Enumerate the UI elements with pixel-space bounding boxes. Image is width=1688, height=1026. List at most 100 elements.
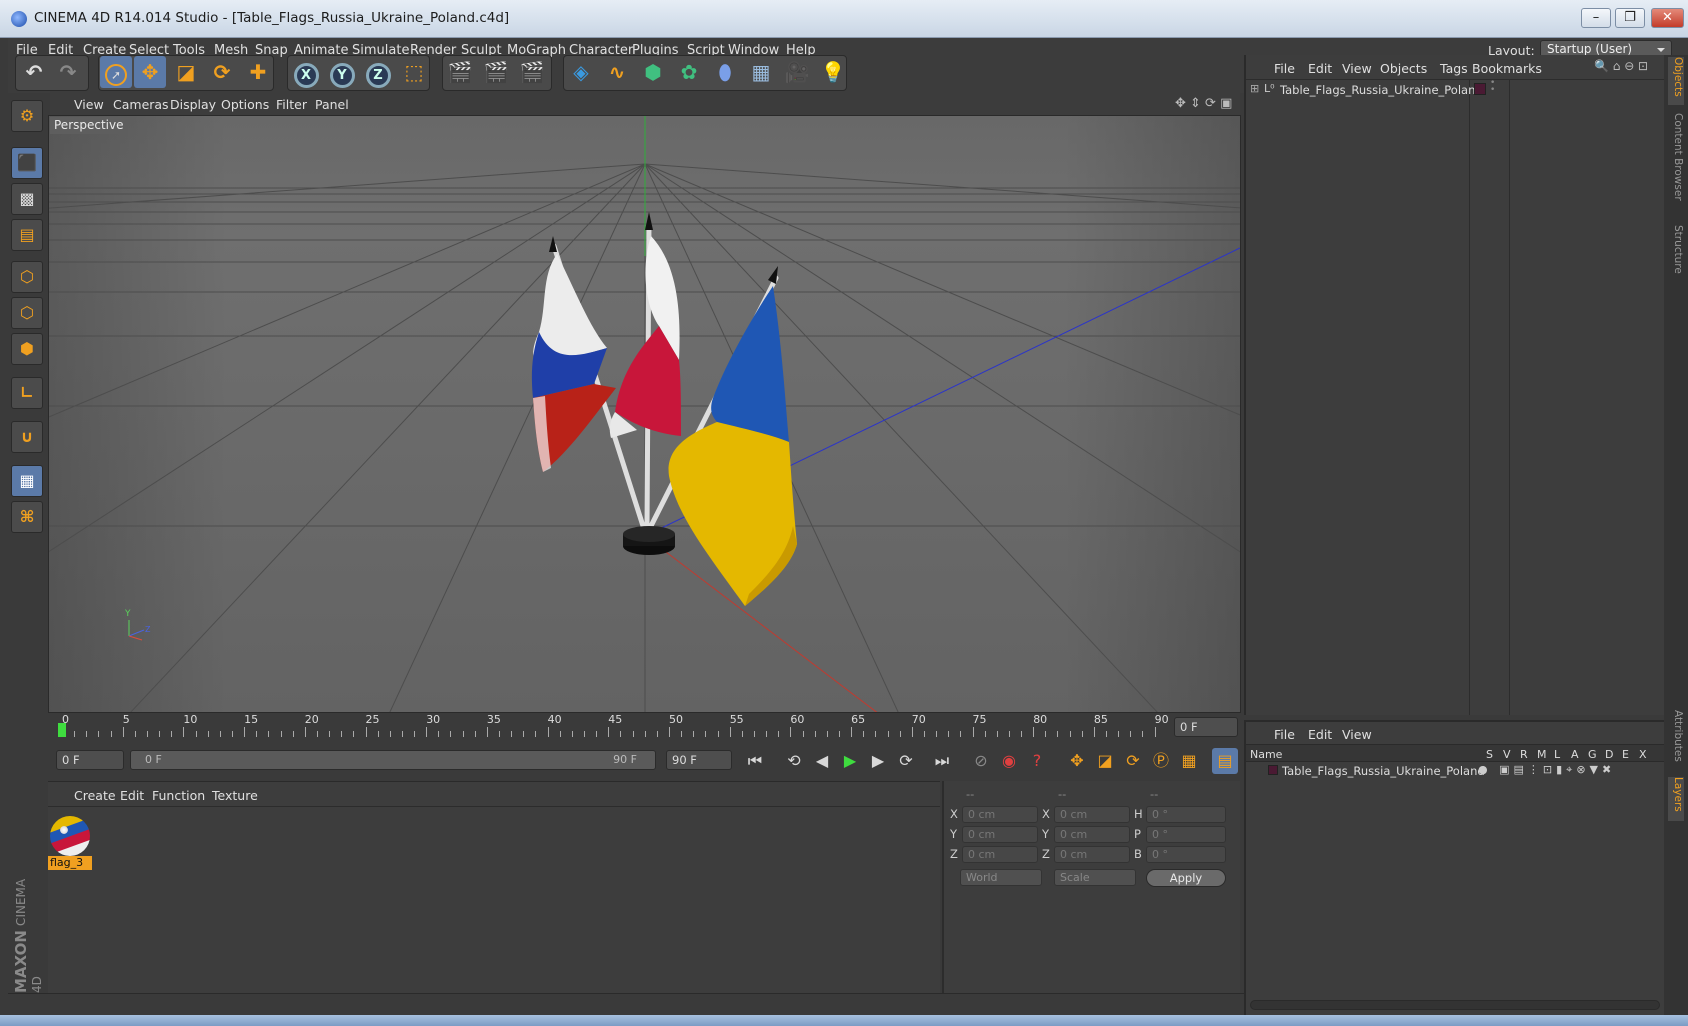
- coordinate-system-icon[interactable]: ⬚: [398, 56, 430, 88]
- x-axis-lock-icon[interactable]: X: [290, 56, 322, 88]
- col-expressions[interactable]: E: [1622, 748, 1629, 761]
- array-icon[interactable]: ✿: [673, 56, 705, 88]
- make-editable-icon[interactable]: ⚙: [11, 100, 43, 132]
- perspective-viewport[interactable]: Y Z: [48, 115, 1241, 713]
- floor-icon[interactable]: ▦: [745, 56, 777, 88]
- restore-button[interactable]: ❐: [1615, 8, 1645, 28]
- key-parameter-icon[interactable]: Ⓟ: [1148, 748, 1174, 774]
- previous-frame-icon[interactable]: ◀: [809, 748, 835, 774]
- mat-menu-edit[interactable]: Edit: [120, 788, 144, 803]
- side-tab-attributes[interactable]: Attributes: [1668, 710, 1684, 770]
- col-generators[interactable]: G: [1588, 748, 1597, 761]
- go-to-end-icon[interactable]: ⏭: [929, 748, 955, 774]
- polygons-mode-icon[interactable]: ⬢: [11, 333, 43, 365]
- start-frame-field[interactable]: 0 F: [56, 750, 124, 770]
- col-locked[interactable]: L: [1554, 748, 1560, 761]
- key-pla-icon[interactable]: ▦: [1176, 748, 1202, 774]
- pos-y-field[interactable]: 0 cm: [962, 826, 1038, 843]
- layer-horizontal-scrollbar[interactable]: [1250, 1000, 1660, 1010]
- vp-menu-cameras[interactable]: Cameras: [113, 97, 169, 112]
- obj-manager-nav-icons[interactable]: 🔍 ⌂ ⊖ ⊡: [1594, 59, 1648, 73]
- redo-icon[interactable]: ↷: [52, 56, 84, 88]
- y-axis-lock-icon[interactable]: Y: [326, 56, 358, 88]
- camera-icon[interactable]: 🎥: [781, 56, 813, 88]
- go-to-start-icon[interactable]: ⏮: [742, 748, 768, 774]
- layer-menu-view[interactable]: View: [1342, 727, 1372, 742]
- spline-icon[interactable]: ∿: [601, 56, 633, 88]
- pos-z-field[interactable]: 0 cm: [962, 846, 1038, 863]
- obj-menu-tags[interactable]: Tags: [1440, 61, 1468, 76]
- object-row[interactable]: ⊞ L⁰ Table_Flags_Russia_Ukraine_Poland: [1246, 81, 1483, 99]
- play-icon[interactable]: ▶: [837, 748, 863, 774]
- material-swatch[interactable]: flag_3: [48, 814, 92, 872]
- col-view[interactable]: V: [1503, 748, 1511, 761]
- deformer-icon[interactable]: ⬮: [709, 56, 741, 88]
- cube-object-icon[interactable]: ◈: [565, 56, 597, 88]
- move-icon[interactable]: ✥: [134, 56, 166, 88]
- playhead-marker[interactable]: [58, 723, 66, 737]
- obj-menu-objects[interactable]: Objects: [1380, 61, 1427, 76]
- close-button[interactable]: ✕: [1651, 8, 1684, 28]
- timeline-ruler[interactable]: 0 5 10 15 20 25 30 35 40 45 50 55 60 65 70 75 80 85 90 0 F: [50, 713, 1240, 741]
- keyframe-selection-icon[interactable]: ?: [1024, 748, 1050, 774]
- key-scale-icon[interactable]: ◪: [1092, 748, 1118, 774]
- coord-mode-select[interactable]: World: [960, 869, 1042, 886]
- obj-menu-file[interactable]: File: [1274, 61, 1295, 76]
- col-solo[interactable]: S: [1486, 748, 1493, 761]
- add-transform-icon[interactable]: ✚: [242, 56, 274, 88]
- mat-menu-texture[interactable]: Texture: [212, 788, 258, 803]
- texture-mode-icon[interactable]: ▩: [11, 183, 43, 215]
- size-y-field[interactable]: 0 cm: [1054, 826, 1130, 843]
- record-keys-icon[interactable]: ⊘: [968, 748, 994, 774]
- col-deformers[interactable]: D: [1605, 748, 1613, 761]
- side-tab-structure[interactable]: Structure: [1668, 225, 1684, 285]
- rot-h-field[interactable]: 0 °: [1146, 806, 1226, 823]
- axis-mode-icon[interactable]: ∟: [11, 377, 43, 409]
- z-axis-lock-icon[interactable]: Z: [362, 56, 394, 88]
- render-view-icon[interactable]: 🎬: [444, 56, 476, 88]
- obj-menu-view[interactable]: View: [1342, 61, 1372, 76]
- layer-flag-icons[interactable]: ● ▣▤⋮⊡▮⌖⊗▼✖: [1478, 763, 1615, 777]
- rot-p-field[interactable]: 0 °: [1146, 826, 1226, 843]
- workplane-mode-icon[interactable]: ▤: [11, 219, 43, 251]
- col-animation[interactable]: A: [1571, 748, 1579, 761]
- vp-menu-options[interactable]: Options: [221, 97, 269, 112]
- expand-icon[interactable]: ⊞: [1250, 82, 1259, 95]
- rotate-icon[interactable]: ⟳: [206, 56, 238, 88]
- mat-menu-function[interactable]: Function: [152, 788, 205, 803]
- vp-menu-filter[interactable]: Filter: [276, 97, 307, 112]
- next-frame-icon[interactable]: ▶: [865, 748, 891, 774]
- col-manager[interactable]: M: [1537, 748, 1547, 761]
- obj-menu-bookmarks[interactable]: Bookmarks: [1472, 61, 1542, 76]
- light-icon[interactable]: 💡: [817, 56, 849, 88]
- workplane-lock-icon[interactable]: ▦: [11, 465, 43, 497]
- key-rotation-icon[interactable]: ⟳: [1120, 748, 1146, 774]
- col-xref[interactable]: X: [1639, 748, 1647, 761]
- nurbs-icon[interactable]: ⬢: [637, 56, 669, 88]
- visibility-dots-icon[interactable]: • •: [1490, 79, 1495, 95]
- autokey-icon[interactable]: ◉: [996, 748, 1022, 774]
- edges-mode-icon[interactable]: ⬡: [11, 297, 43, 329]
- layer-menu-edit[interactable]: Edit: [1308, 727, 1332, 742]
- rot-b-field[interactable]: 0 °: [1146, 846, 1226, 863]
- next-key-icon[interactable]: ⟳: [893, 748, 919, 774]
- viewport-nav-icons[interactable]: ✥ ⇕ ⟳ ▣: [1175, 96, 1232, 111]
- apply-button[interactable]: Apply: [1146, 869, 1226, 887]
- frame-range-slider[interactable]: 0 F 90 F: [130, 750, 656, 770]
- layer-color-swatch[interactable]: [1268, 765, 1278, 775]
- render-picture-viewer-icon[interactable]: 🎬: [480, 56, 512, 88]
- render-settings-icon[interactable]: 🎬: [516, 56, 548, 88]
- timeline-window-icon[interactable]: ▤: [1212, 748, 1238, 774]
- coord-transform-select[interactable]: Scale: [1054, 869, 1136, 886]
- side-tab-layers[interactable]: Layers: [1668, 777, 1684, 821]
- undo-icon[interactable]: ↶: [18, 56, 50, 88]
- vp-menu-panel[interactable]: Panel: [315, 97, 349, 112]
- previous-key-icon[interactable]: ⟲: [781, 748, 807, 774]
- magnet-icon[interactable]: ∪: [11, 421, 43, 453]
- layer-menu-file[interactable]: File: [1274, 727, 1295, 742]
- side-tab-objects[interactable]: Objects: [1668, 57, 1684, 105]
- vp-menu-display[interactable]: Display: [170, 97, 216, 112]
- model-mode-icon[interactable]: ⬛: [11, 147, 43, 179]
- layer-row[interactable]: Table_Flags_Russia_Ukraine_Poland ● ▣▤⋮⊡…: [1246, 762, 1666, 780]
- pos-x-field[interactable]: 0 cm: [962, 806, 1038, 823]
